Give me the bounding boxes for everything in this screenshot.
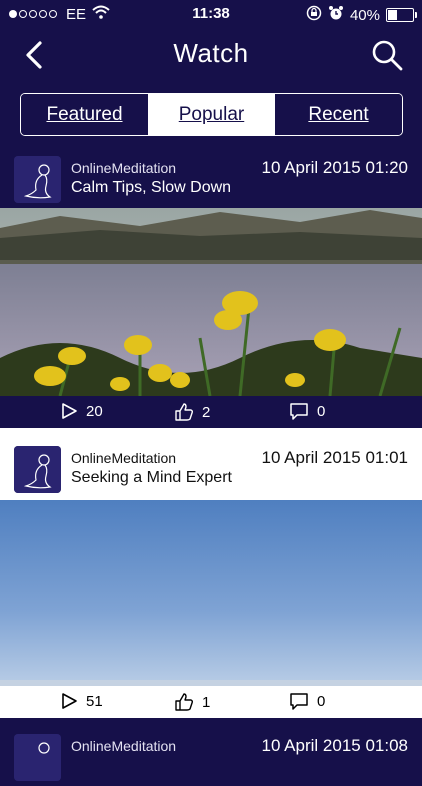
play-count-value: 20 [86,402,103,420]
sky-image [0,500,422,686]
page-title: Watch [173,38,249,68]
tab-featured[interactable]: Featured [21,94,148,135]
like-count-value: 2 [202,403,211,421]
like-count[interactable]: 1 [174,692,210,712]
rotation-lock-icon [306,5,322,25]
nav-bar: Watch [0,28,422,80]
status-bar: EE 11:38 40% [0,0,422,28]
comment-icon [290,403,308,420]
video-title[interactable]: Seeking a Mind Expert [71,469,232,487]
video-card-header[interactable]: OnlineMeditation 10 April 2015 01:20 Cal… [0,150,422,208]
comment-icon [290,693,308,710]
video-date: 10 April 2015 01:01 [261,448,408,467]
meditation-figure-icon [14,734,61,781]
video-thumbnail[interactable] [0,208,422,396]
battery-percent: 40% [349,6,380,24]
comment-count[interactable]: 0 [289,402,325,420]
video-title[interactable]: Calm Tips, Slow Down [71,179,231,197]
video-card-header[interactable]: OnlineMeditation 10 April 2015 01:08 [0,728,422,786]
tab-popular[interactable]: Popular [148,94,275,135]
comment-count-value: 0 [317,402,326,420]
tab-recent[interactable]: Recent [275,94,402,135]
status-right: 40% [306,5,417,25]
like-count[interactable]: 2 [174,402,210,422]
video-date: 10 April 2015 01:20 [261,158,408,177]
card-divider [0,428,422,440]
channel-name: OnlineMeditation [71,450,177,466]
like-count-value: 1 [202,693,211,711]
video-date: 10 April 2015 01:08 [261,736,408,755]
search-icon [372,40,403,71]
comment-count[interactable]: 0 [289,692,325,710]
channel-name: OnlineMeditation [71,160,177,176]
channel-avatar [14,446,61,493]
video-card-header[interactable]: OnlineMeditation 10 April 2015 01:01 See… [0,440,422,498]
play-icon [62,403,77,419]
video-stats-bar: 51 1 0 [0,686,422,718]
search-button[interactable] [370,38,404,72]
thumbs-up-icon [175,403,194,421]
play-icon [62,693,77,709]
tab-bar: Featured Popular Recent [20,93,403,136]
channel-avatar [14,156,61,203]
meditation-figure-icon [14,156,61,203]
video-thumbnail[interactable] [0,500,422,686]
meditation-figure-icon [14,446,61,493]
play-count-value: 51 [86,692,103,710]
play-count[interactable]: 20 [60,402,103,420]
battery-icon [386,8,417,22]
lake-daffodils-image [0,208,422,396]
alarm-icon [328,5,344,25]
play-count[interactable]: 51 [60,692,103,710]
channel-name: OnlineMeditation [71,738,177,754]
thumbs-up-icon [175,693,194,711]
comment-count-value: 0 [317,692,326,710]
video-stats-bar: 20 2 0 [0,396,422,428]
channel-avatar [14,734,61,781]
